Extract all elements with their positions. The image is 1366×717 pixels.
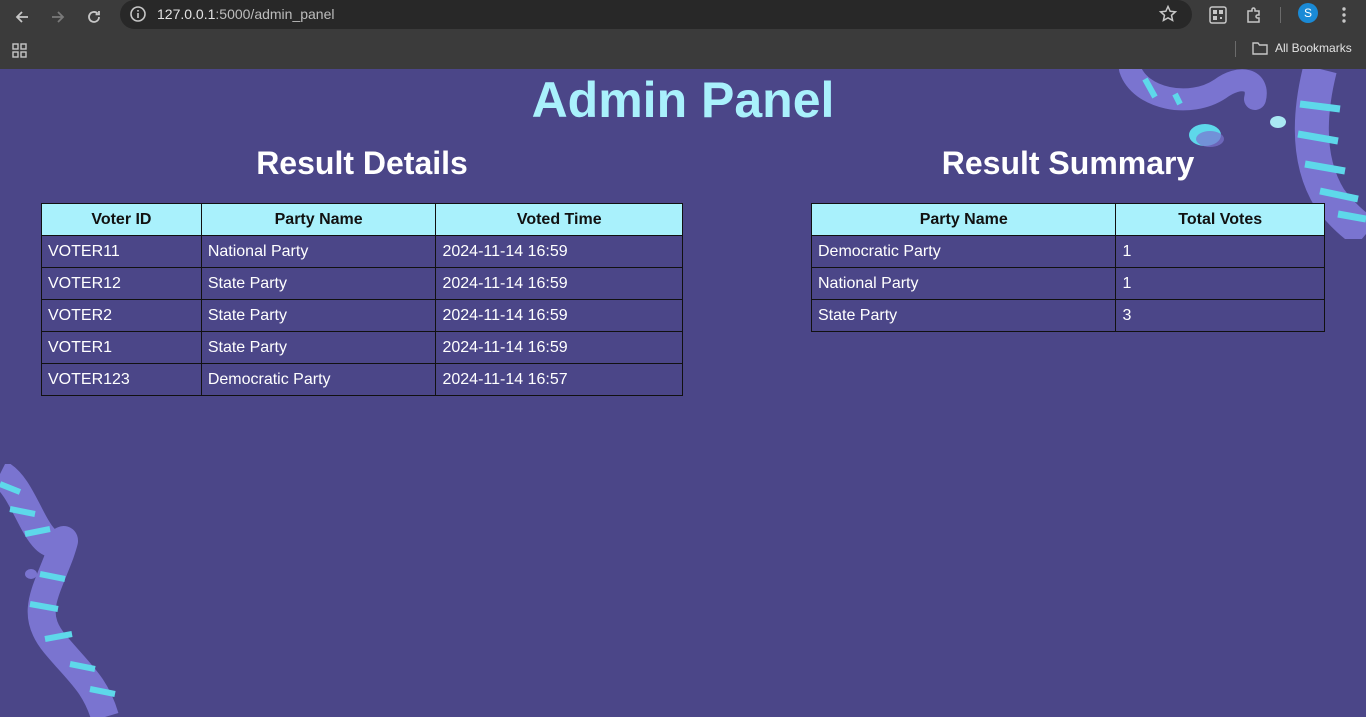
table-header-row: Party Name Total Votes <box>810 203 1325 236</box>
party-name-cell: Democratic Party <box>200 363 437 396</box>
table-row: Democratic Party 1 <box>810 235 1325 268</box>
browser-toolbar: 127.0.0.1:5000/admin_panel S <box>0 0 1366 34</box>
bookmark-star-icon[interactable] <box>1158 4 1178 24</box>
table-row: VOTER12 State Party 2024-11-14 16:59 <box>41 267 683 300</box>
address-bar[interactable]: 127.0.0.1:5000/admin_panel <box>120 0 1192 29</box>
party-name-cell: National Party <box>810 267 1117 300</box>
result-summary-title: Result Summary <box>941 145 1195 181</box>
folder-icon <box>1252 42 1268 55</box>
kebab-menu-icon <box>1342 7 1346 23</box>
table-row: VOTER123 Democratic Party 2024-11-14 16:… <box>41 363 683 396</box>
page-title: Admin Panel <box>531 72 835 128</box>
voted-time-cell: 2024-11-14 16:59 <box>435 235 683 268</box>
all-bookmarks-button[interactable]: All Bookmarks <box>1252 41 1352 55</box>
browser-menu-button[interactable] <box>1331 2 1357 28</box>
party-name-cell: State Party <box>810 299 1117 332</box>
voter-id-cell: VOTER11 <box>41 235 202 268</box>
apps-grid-icon[interactable] <box>11 42 29 60</box>
column-header-voted-time: Voted Time <box>435 203 683 236</box>
decorative-squiggle-bottom <box>0 464 119 717</box>
voter-id-cell: VOTER1 <box>41 331 202 364</box>
table-row: National Party 1 <box>810 267 1325 300</box>
puzzle-piece-icon <box>1247 7 1260 23</box>
table-header-row: Voter ID Party Name Voted Time <box>41 203 683 236</box>
reload-icon <box>88 11 100 23</box>
all-bookmarks-label: All Bookmarks <box>1275 41 1352 55</box>
table-row: VOTER2 State Party 2024-11-14 16:59 <box>41 299 683 332</box>
total-votes-cell: 3 <box>1115 299 1325 332</box>
column-header-party-name: Party Name <box>810 203 1117 236</box>
party-name-cell: National Party <box>200 235 437 268</box>
bookmarks-divider <box>1235 41 1236 57</box>
qr-code-button[interactable] <box>1205 2 1231 28</box>
party-name-cell: State Party <box>200 299 437 332</box>
site-info-icon[interactable] <box>128 4 148 24</box>
table-row: VOTER1 State Party 2024-11-14 16:59 <box>41 331 683 364</box>
party-name-cell: Democratic Party <box>810 235 1117 268</box>
total-votes-cell: 1 <box>1115 235 1325 268</box>
page-content: Admin Panel Result Details Result Summar… <box>0 69 1366 717</box>
bookmarks-bar: All Bookmarks <box>0 34 1366 69</box>
toolbar-divider <box>1280 7 1281 23</box>
extensions-button[interactable] <box>1241 2 1267 28</box>
party-name-cell: State Party <box>200 331 437 364</box>
column-header-voter-id: Voter ID <box>41 203 202 236</box>
qr-code-icon <box>1209 6 1227 24</box>
column-header-total-votes: Total Votes <box>1115 203 1325 236</box>
party-name-cell: State Party <box>200 267 437 300</box>
reload-button[interactable] <box>81 4 107 30</box>
column-header-party-name: Party Name <box>200 203 437 236</box>
result-details-title: Result Details <box>256 145 468 181</box>
voted-time-cell: 2024-11-14 16:59 <box>435 331 683 364</box>
voted-time-cell: 2024-11-14 16:57 <box>435 363 683 396</box>
url-text: 127.0.0.1:5000/admin_panel <box>157 6 335 22</box>
back-button[interactable] <box>9 4 35 30</box>
back-arrow-icon <box>15 11 28 23</box>
total-votes-cell: 1 <box>1115 267 1325 300</box>
table-row: VOTER11 National Party 2024-11-14 16:59 <box>41 235 683 268</box>
voter-id-cell: VOTER12 <box>41 267 202 300</box>
voted-time-cell: 2024-11-14 16:59 <box>435 299 683 332</box>
result-summary-table: Party Name Total Votes Democratic Party … <box>810 203 1325 332</box>
voter-id-cell: VOTER123 <box>41 363 202 396</box>
forward-button[interactable] <box>45 4 71 30</box>
forward-arrow-icon <box>52 11 65 23</box>
result-details-table: Voter ID Party Name Voted Time VOTER11 N… <box>41 203 683 396</box>
profile-avatar[interactable]: S <box>1298 3 1318 23</box>
voted-time-cell: 2024-11-14 16:59 <box>435 267 683 300</box>
table-row: State Party 3 <box>810 299 1325 332</box>
voter-id-cell: VOTER2 <box>41 299 202 332</box>
